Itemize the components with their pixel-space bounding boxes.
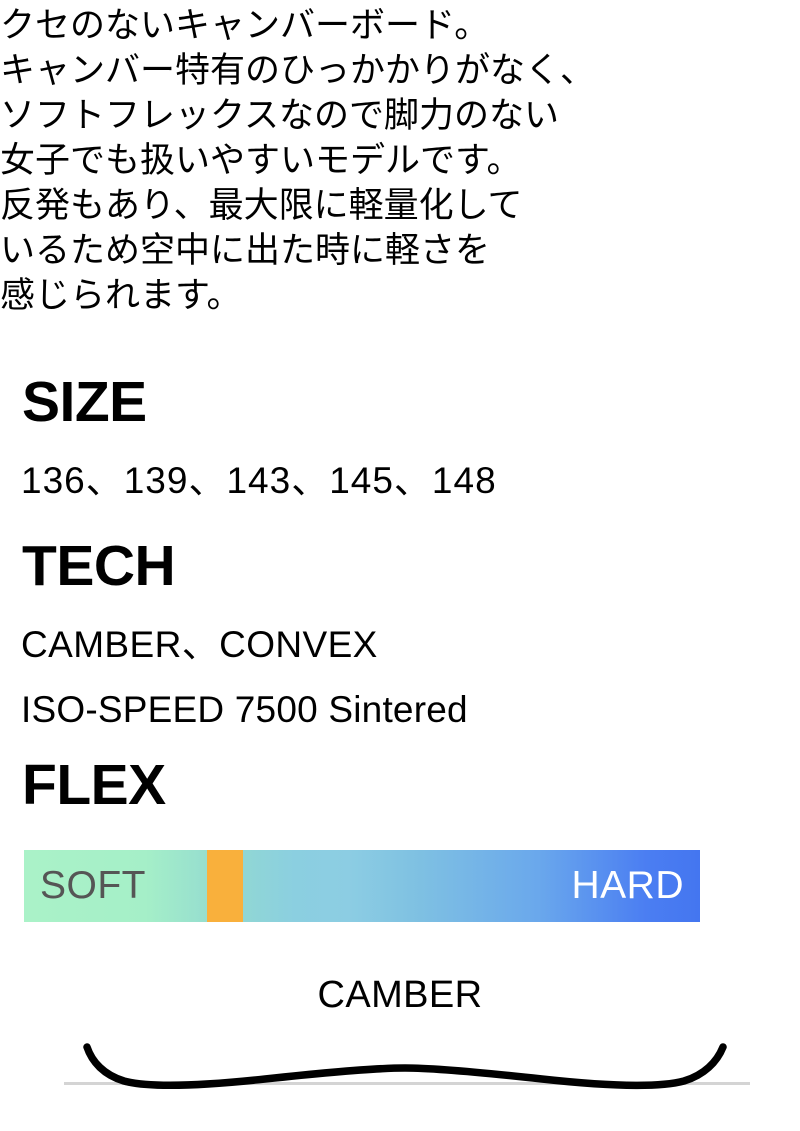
flex-section-heading: FLEX — [22, 753, 166, 817]
description-line: いるため空中に出た時に軽さを — [0, 231, 491, 271]
tech-section-heading: TECH — [22, 534, 176, 598]
product-description: クセのないキャンバーボード。 キャンバー特有のひっかかりがなく、 ソフトフレック… — [0, 4, 800, 319]
flex-value-marker — [207, 850, 243, 922]
tech-value-base: ISO-SPEED 7500 Sintered — [21, 689, 468, 730]
description-line: キャンバー特有のひっかかりがなく、 — [0, 51, 596, 91]
camber-diagram: CAMBER — [0, 955, 800, 1131]
description-line: 反発もあり、最大限に軽量化して — [0, 186, 523, 226]
flex-hard-label: HARD — [571, 864, 684, 907]
flex-rating-bar: SOFT HARD — [24, 850, 700, 922]
size-values: 136、139、143、145、148 — [21, 460, 497, 501]
description-line: 女子でも扱いやすいモデルです。 — [0, 141, 522, 181]
description-line: クセのないキャンバーボード。 — [0, 6, 490, 46]
flex-soft-label: SOFT — [40, 864, 146, 907]
camber-profile-curve — [83, 1043, 727, 1090]
camber-profile-graphic — [64, 1043, 750, 1090]
tech-value-camber-convex: CAMBER、CONVEX — [21, 624, 378, 665]
description-line: 感じられます。 — [0, 276, 242, 316]
size-section-heading: SIZE — [22, 370, 147, 434]
description-line: ソフトフレックスなので脚力のない — [0, 96, 559, 136]
